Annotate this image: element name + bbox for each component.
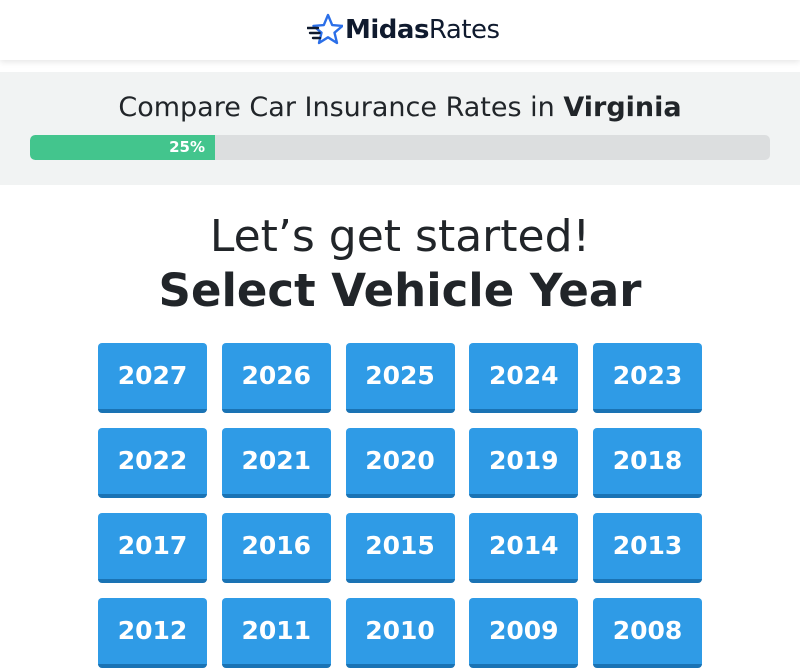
progress-title-prefix: Compare Car Insurance Rates in xyxy=(118,92,564,123)
progress-section: Compare Car Insurance Rates in Virginia … xyxy=(0,72,800,185)
logo-text-bold: Midas xyxy=(345,15,429,45)
progress-percent-label: 25% xyxy=(169,138,205,156)
year-button-2016[interactable]: 2016 xyxy=(221,513,331,583)
year-button-2017[interactable]: 2017 xyxy=(98,513,207,583)
year-button-2010[interactable]: 2010 xyxy=(345,598,455,668)
year-button-2020[interactable]: 2020 xyxy=(345,428,455,498)
year-button-2019[interactable]: 2019 xyxy=(469,428,579,498)
logo-text: MidasRates xyxy=(345,13,500,47)
year-button-2021[interactable]: 2021 xyxy=(221,428,331,498)
star-icon xyxy=(307,13,343,45)
year-button-2013[interactable]: 2013 xyxy=(593,513,702,583)
year-button-2012[interactable]: 2012 xyxy=(98,598,207,668)
page-subheading: Select Vehicle Year xyxy=(158,264,642,317)
progress-title-state: Virginia xyxy=(563,92,682,123)
site-logo[interactable]: MidasRates xyxy=(307,13,500,47)
year-button-2011[interactable]: 2011 xyxy=(221,598,331,668)
year-button-2009[interactable]: 2009 xyxy=(469,598,579,668)
year-button-grid: 2027 2026 2025 2024 2023 2022 2021 2020 2019 2018… xyxy=(98,343,702,668)
year-button-2018[interactable]: 2018 xyxy=(593,428,702,498)
year-button-2008[interactable]: 2008 xyxy=(593,598,702,668)
site-header: MidasRates xyxy=(0,0,800,60)
progress-bar-fill: 25% xyxy=(30,135,215,160)
year-button-2026[interactable]: 2026 xyxy=(221,343,331,413)
year-button-2023[interactable]: 2023 xyxy=(593,343,702,413)
year-button-2025[interactable]: 2025 xyxy=(345,343,455,413)
progress-bar: 25% xyxy=(30,135,770,160)
page-heading: Let’s get started! xyxy=(209,211,591,262)
year-button-2027[interactable]: 2027 xyxy=(98,343,207,413)
year-button-2022[interactable]: 2022 xyxy=(98,428,207,498)
logo-text-light: Rates xyxy=(428,15,500,45)
year-button-2014[interactable]: 2014 xyxy=(469,513,579,583)
year-button-2024[interactable]: 2024 xyxy=(469,343,579,413)
year-button-2015[interactable]: 2015 xyxy=(345,513,455,583)
progress-title: Compare Car Insurance Rates in Virginia xyxy=(0,90,800,126)
